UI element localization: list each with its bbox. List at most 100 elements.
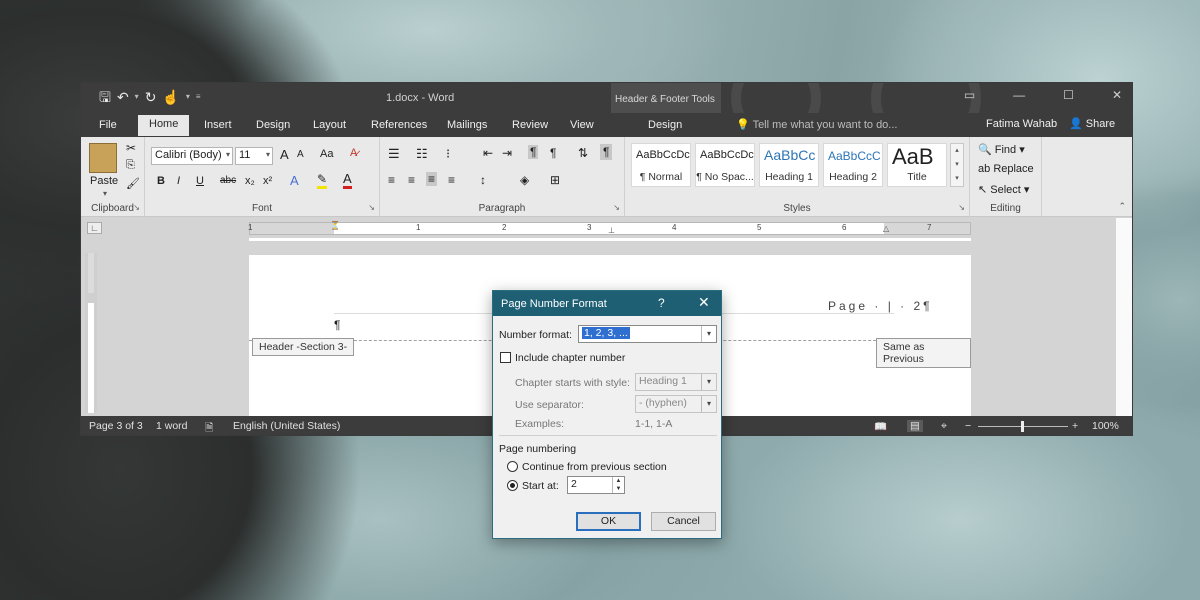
- tab-mailings[interactable]: Mailings: [447, 117, 487, 133]
- indent-marker-icon[interactable]: ⏳: [330, 221, 340, 230]
- include-chapter-checkbox[interactable]: [500, 352, 511, 363]
- clear-formatting-icon[interactable]: A̷: [350, 147, 357, 159]
- chapter-style-select[interactable]: Heading 1 ▾: [635, 373, 717, 391]
- touch-dropdown-icon[interactable]: ▾: [186, 89, 190, 105]
- read-mode-icon[interactable]: 📖: [874, 420, 887, 433]
- tab-design[interactable]: Design: [256, 117, 290, 133]
- vertical-ruler[interactable]: [85, 253, 97, 413]
- close-icon[interactable]: ✕: [698, 294, 710, 311]
- tab-file[interactable]: File: [99, 117, 117, 133]
- select-button[interactable]: ↖ Select ▾: [978, 183, 1029, 196]
- spinner-arrows-icon[interactable]: ▲ ▼: [612, 477, 624, 493]
- center-tab-icon[interactable]: ⊥: [608, 226, 615, 235]
- underline-button[interactable]: U: [196, 175, 204, 187]
- share-button[interactable]: 👤 Share: [1069, 117, 1115, 130]
- style-no-spacing[interactable]: AaBbCcDc ¶ No Spac...: [695, 143, 755, 187]
- sort-icon[interactable]: ⇅: [578, 146, 588, 160]
- decrease-indent-icon[interactable]: ⇤: [483, 146, 493, 160]
- zoom-in-icon[interactable]: +: [1072, 420, 1078, 432]
- cut-icon[interactable]: ✂: [126, 141, 136, 155]
- minimize-icon[interactable]: —: [1013, 88, 1025, 102]
- text-effects-icon[interactable]: A: [290, 173, 299, 188]
- ltr-icon[interactable]: ¶: [528, 145, 539, 159]
- italic-button[interactable]: I: [177, 175, 180, 187]
- paste-dropdown-icon[interactable]: ▾: [103, 189, 107, 198]
- borders-icon[interactable]: ⊞: [550, 173, 560, 187]
- tab-insert[interactable]: Insert: [204, 117, 232, 133]
- word-count[interactable]: 1 word: [156, 420, 188, 432]
- tab-view[interactable]: View: [570, 117, 594, 133]
- undo-icon[interactable]: ↶: [117, 89, 129, 105]
- styles-scroll[interactable]: ▴ ▾ ▾: [950, 143, 964, 187]
- header-page-field[interactable]: Page · | · 2¶: [828, 299, 933, 313]
- right-indent-icon[interactable]: △: [883, 224, 889, 233]
- tab-layout[interactable]: Layout: [313, 117, 346, 133]
- collapse-ribbon-icon[interactable]: ⌃: [1118, 201, 1126, 212]
- bold-button[interactable]: B: [157, 175, 165, 187]
- subscript-button[interactable]: x₂: [245, 175, 255, 187]
- style-normal[interactable]: AaBbCcDc ¶ Normal: [631, 143, 691, 187]
- font-name-select[interactable]: Calibri (Body) ▾: [151, 147, 233, 165]
- include-chapter-label[interactable]: Include chapter number: [515, 352, 625, 364]
- save-icon[interactable]: 🖫: [99, 89, 111, 105]
- web-layout-icon[interactable]: ⌖: [941, 420, 947, 433]
- start-at-radio[interactable]: [507, 480, 518, 491]
- paste-button[interactable]: Paste: [90, 175, 118, 187]
- language-status[interactable]: English (United States): [233, 420, 340, 432]
- close-icon[interactable]: ✕: [1112, 88, 1122, 102]
- user-name[interactable]: Fatima Wahab: [986, 118, 1057, 130]
- copy-icon[interactable]: ⎘: [126, 159, 135, 172]
- start-at-label[interactable]: Start at:: [522, 480, 559, 492]
- font-size-select[interactable]: 11 ▾: [235, 147, 273, 165]
- horizontal-ruler[interactable]: 1 1 2 3 4 5 6 7 ⏳ ⊥ △: [248, 221, 971, 235]
- justify-icon[interactable]: ≡: [448, 173, 455, 187]
- touch-mode-icon[interactable]: ☝: [162, 89, 179, 105]
- start-at-input[interactable]: 2 ▲ ▼: [567, 476, 625, 494]
- proofing-icon[interactable]: 🗎: [205, 420, 213, 435]
- page-count[interactable]: Page 3 of 3: [89, 420, 143, 432]
- tell-me-box[interactable]: 💡 Tell me what you want to do...: [736, 118, 897, 131]
- paste-icon[interactable]: [89, 143, 117, 173]
- style-heading-2[interactable]: AaBbCcC Heading 2: [823, 143, 883, 187]
- shading-icon[interactable]: ◈: [520, 173, 529, 187]
- cancel-button[interactable]: Cancel: [651, 512, 716, 531]
- align-center-icon[interactable]: ≡: [408, 173, 415, 187]
- tab-selector-icon[interactable]: ∟: [87, 222, 102, 234]
- help-icon[interactable]: ?: [658, 296, 665, 310]
- change-case-button[interactable]: Aa: [320, 148, 333, 160]
- clipboard-launcher-icon[interactable]: ↘: [133, 203, 140, 212]
- align-right-icon[interactable]: ≡: [426, 172, 438, 186]
- customize-icon[interactable]: ≡: [196, 89, 201, 105]
- maximize-icon[interactable]: ☐: [1063, 88, 1074, 102]
- style-title[interactable]: AaB Title: [887, 143, 947, 187]
- continue-radio[interactable]: [507, 461, 518, 472]
- highlight-icon[interactable]: ✎: [317, 172, 328, 189]
- number-format-select[interactable]: 1, 2, 3, ... ▾: [578, 325, 717, 343]
- tab-references[interactable]: References: [371, 117, 427, 133]
- line-spacing-icon[interactable]: ↕: [480, 173, 486, 187]
- align-left-icon[interactable]: ≡: [388, 173, 395, 187]
- redo-icon[interactable]: ↻: [145, 89, 157, 105]
- format-painter-icon[interactable]: 🖌: [126, 177, 140, 190]
- vertical-scrollbar[interactable]: [1116, 218, 1132, 416]
- numbering-icon[interactable]: ☷: [416, 146, 428, 162]
- styles-launcher-icon[interactable]: ↘: [958, 203, 965, 212]
- grow-font-button[interactable]: A: [280, 147, 289, 162]
- increase-indent-icon[interactable]: ⇥: [502, 146, 512, 160]
- continue-label[interactable]: Continue from previous section: [522, 461, 667, 473]
- font-color-icon[interactable]: A: [343, 171, 352, 189]
- print-layout-icon[interactable]: ▤: [907, 420, 923, 432]
- ok-button[interactable]: OK: [576, 512, 641, 531]
- replace-button[interactable]: ab Replace: [978, 163, 1034, 175]
- zoom-out-icon[interactable]: −: [965, 420, 971, 432]
- find-button[interactable]: 🔍 Find ▾: [978, 143, 1025, 156]
- ribbon-display-icon[interactable]: ▭: [964, 88, 975, 102]
- rtl-icon[interactable]: ¶: [550, 146, 556, 160]
- show-formatting-icon[interactable]: ¶: [600, 144, 613, 160]
- undo-dropdown-icon[interactable]: ▾: [135, 89, 139, 105]
- tab-home[interactable]: Home: [138, 115, 190, 136]
- tab-review[interactable]: Review: [512, 117, 548, 133]
- superscript-button[interactable]: x²: [263, 175, 272, 187]
- strikethrough-button[interactable]: abc: [220, 175, 236, 186]
- paragraph-launcher-icon[interactable]: ↘: [613, 203, 620, 212]
